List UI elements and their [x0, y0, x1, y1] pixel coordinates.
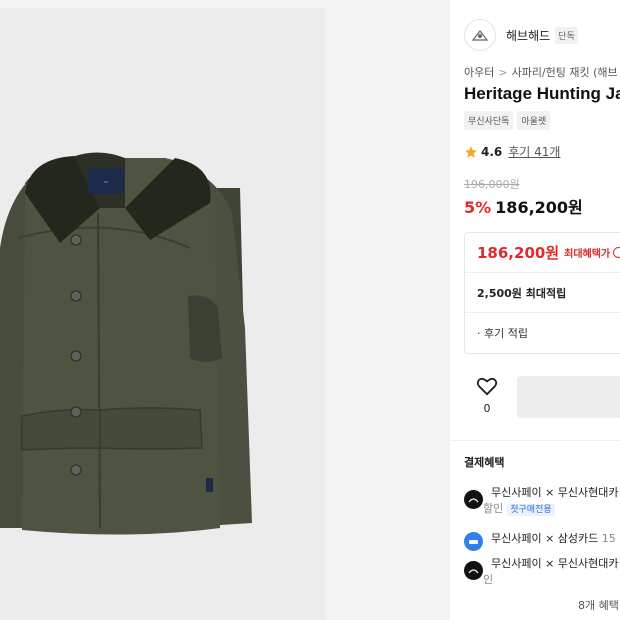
rating-value: 4.6	[481, 144, 503, 159]
page-background-gap	[325, 0, 450, 620]
payment-benefit-discount: 할인	[483, 502, 504, 515]
discount-rate: 5%	[464, 198, 492, 217]
purchase-button[interactable]	[517, 376, 620, 418]
payment-benefit-subtitle: 할인 첫구매전용	[483, 501, 619, 518]
product-tags: 무신사단독 아울렛	[464, 111, 551, 130]
musinsa-card-icon	[464, 490, 483, 509]
review-count-link[interactable]: 후기 41개	[508, 143, 560, 160]
jacket-illustration: ~	[0, 152, 252, 535]
heart-icon[interactable]	[476, 376, 498, 396]
review-points-row: · 후기 적립	[477, 327, 528, 340]
product-title: Heritage Hunting Jac	[464, 84, 620, 103]
payment-benefit-item[interactable]: 무신사페이 × 무신사현대카 할인 첫구매전용	[464, 485, 619, 518]
original-price: 196,000원	[464, 178, 520, 191]
max-benefit-box: 186,200원 최대혜택가 2,500원 최대적립 · 후기 적립	[464, 232, 620, 354]
payment-benefit-title: 무신사페이 × 삼성카드 15	[491, 532, 616, 545]
svg-text:~: ~	[103, 179, 108, 186]
payment-benefit-subtitle: 인	[483, 573, 494, 586]
like-button[interactable]: 0	[474, 376, 500, 415]
payment-benefit-title: 무신사페이 × 무신사현대카	[491, 557, 619, 570]
rating-row: 4.6 후기 41개	[464, 143, 560, 160]
brand-row[interactable]: 해브해드 단독	[464, 18, 578, 52]
tag-outlet: 아울렛	[517, 111, 551, 130]
breadcrumb: 아우터 > 사파리/헌팅 재킷 (해브	[464, 64, 618, 80]
exclusive-badge: 단독	[555, 26, 578, 44]
payment-benefit-title: 무신사페이 × 무신사현대카	[491, 486, 619, 499]
product-image[interactable]: ~	[0, 8, 325, 620]
info-icon[interactable]	[613, 247, 620, 258]
points-row: 2,500원 최대적립	[465, 273, 620, 313]
payment-benefits-title: 결제혜택	[464, 456, 505, 469]
max-benefit-label: 최대혜택가	[564, 249, 611, 260]
breadcrumb-category[interactable]: 아우터	[464, 66, 494, 79]
like-count: 0	[483, 402, 491, 415]
payment-benefit-more: 15	[601, 532, 616, 545]
star-icon	[465, 145, 477, 158]
product-info-panel: 해브해드 단독 아우터 > 사파리/헌팅 재킷 (해브 Heritage Hunti…	[450, 8, 620, 620]
more-benefits-link[interactable]: 8개 혜택	[578, 597, 619, 613]
tag-musinsa-exclusive: 무신사단독	[464, 111, 514, 130]
price-row: 5% 186,200원	[464, 194, 583, 218]
brand-emblem-icon[interactable]	[464, 19, 496, 51]
max-benefit-price-row[interactable]: 186,200원 최대혜택가	[465, 233, 620, 273]
brand-name[interactable]: 해브해드	[506, 27, 550, 44]
samsung-card-icon	[464, 532, 483, 551]
musinsa-card-icon	[464, 561, 483, 580]
first-purchase-badge: 첫구매전용	[507, 504, 555, 516]
payment-benefit-item[interactable]: 무신사페이 × 삼성카드 15	[464, 531, 616, 551]
max-benefit-price: 186,200원	[477, 244, 560, 262]
payment-benefit-item[interactable]: 무신사페이 × 무신사현대카 인	[464, 556, 619, 588]
sale-price: 186,200원	[495, 198, 583, 217]
divider	[450, 440, 620, 441]
breadcrumb-subcategory[interactable]: 사파리/헌팅 재킷 (해브	[512, 66, 618, 79]
chevron-right-icon: >	[498, 66, 508, 79]
